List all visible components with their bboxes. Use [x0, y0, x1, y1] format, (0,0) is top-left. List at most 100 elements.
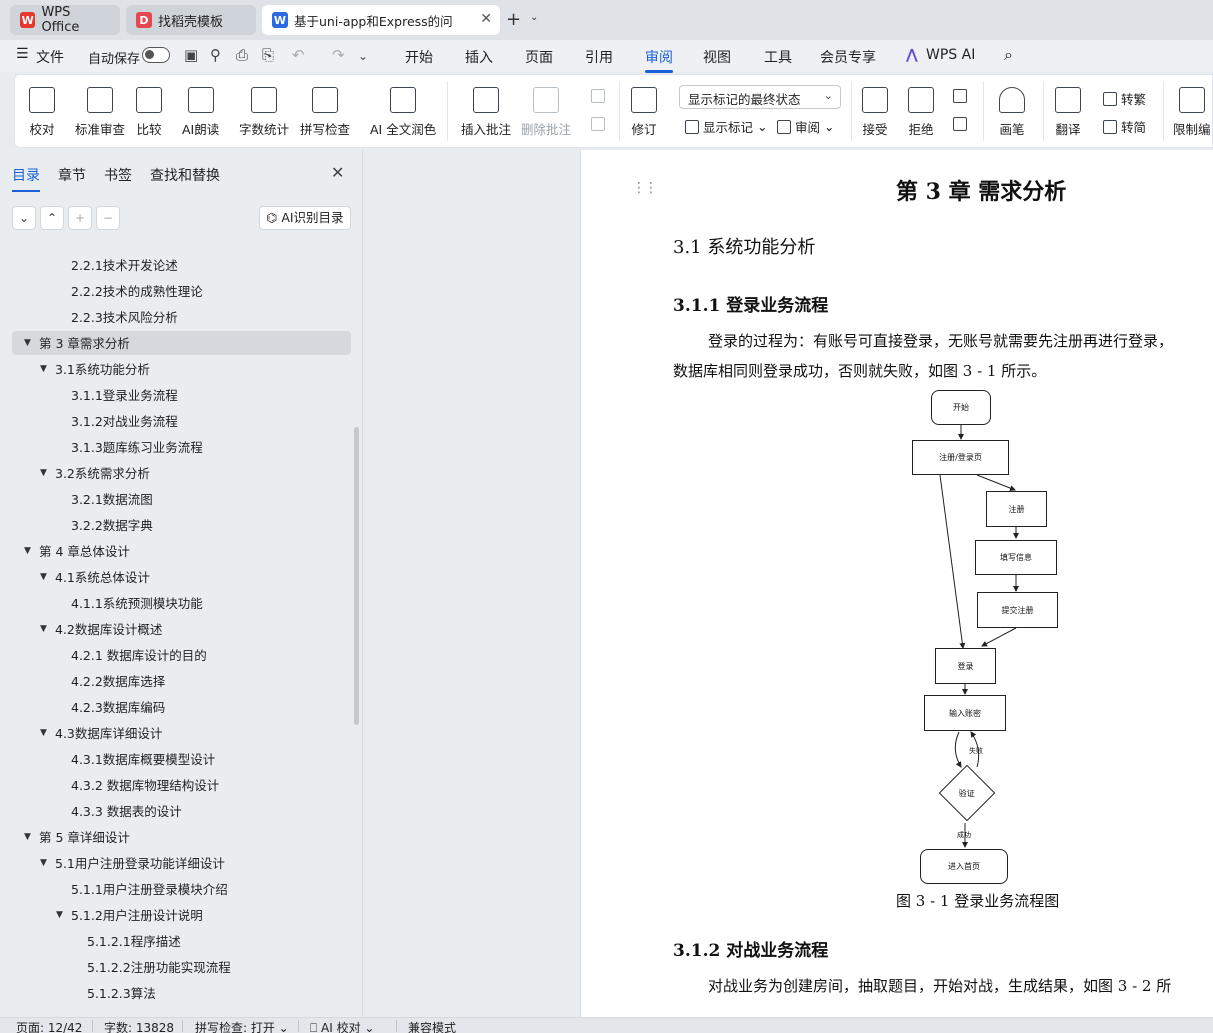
menu-insert[interactable]: 插入 — [465, 47, 493, 67]
restrict-edit-button[interactable]: 限制编 — [1173, 87, 1211, 138]
expand-arrow-icon[interactable]: ▼ — [40, 364, 47, 374]
ai-proofread-status[interactable]: ⎕ AI 校对 ⌄ — [310, 1019, 374, 1033]
print-preview-icon[interactable]: ⎘ — [262, 46, 274, 64]
chevron-down-icon[interactable]: ⌄ — [530, 12, 538, 23]
close-icon[interactable]: ✕ — [480, 11, 492, 27]
toc-item[interactable]: 4.3.2 数据库物理结构设计 — [71, 774, 219, 798]
expand-arrow-icon[interactable]: ▼ — [40, 624, 47, 634]
expand-arrow-icon[interactable]: ▼ — [40, 858, 47, 868]
translate-button[interactable]: 翻译 — [1055, 87, 1081, 138]
expand-arrow-icon[interactable]: ▼ — [40, 572, 47, 582]
menu-file[interactable]: 文件 — [36, 47, 64, 67]
scrollbar[interactable] — [354, 427, 359, 725]
pen-button[interactable]: 画笔 — [999, 87, 1025, 138]
tab-document[interactable]: W 基于uni-app和Express的问 ✕ — [262, 5, 500, 35]
toc-item[interactable]: 5.1.2用户注册设计说明 — [71, 904, 203, 928]
accept-button[interactable]: 接受 — [862, 87, 888, 138]
menu-review[interactable]: 审阅 — [645, 47, 673, 73]
insert-comment-button[interactable]: 插入批注 — [461, 87, 511, 138]
show-markup-button[interactable]: 显示标记 ⌄ — [685, 117, 767, 136]
proofread-button[interactable]: 校对 — [29, 87, 55, 138]
word-count[interactable]: 字数: 13828 — [104, 1019, 174, 1033]
toc-item[interactable]: 3.2.1数据流图 — [71, 488, 153, 512]
toc-item[interactable]: 4.2数据库设计概述 — [55, 618, 162, 642]
toc-item[interactable]: 2.2.2技术的成熟性理论 — [71, 280, 203, 304]
toc-item[interactable]: 3.1.3题库练习业务流程 — [71, 436, 203, 460]
reject-button[interactable]: 拒绝 — [908, 87, 934, 138]
autosave-toggle[interactable] — [142, 47, 170, 63]
share-icon[interactable]: ⚲ — [210, 46, 221, 64]
tab-find-replace[interactable]: 查找和替换 — [150, 165, 220, 185]
standard-review-button[interactable]: 标准审查 — [75, 87, 125, 138]
toc-item[interactable]: 5.1.1用户注册登录模块介绍 — [71, 878, 228, 902]
menu-view[interactable]: 视图 — [703, 47, 731, 67]
print-icon[interactable]: ⎙ — [236, 46, 248, 64]
toc-item[interactable]: 4.3.1数据库概要模型设计 — [71, 748, 215, 772]
spell-check-status[interactable]: 拼写检查: 打开 ⌄ — [195, 1019, 289, 1033]
toc-item[interactable]: 2.2.1技术开发论述 — [71, 254, 178, 278]
menu-home[interactable]: 开始 — [405, 47, 433, 67]
expand-arrow-icon[interactable]: ▼ — [24, 832, 31, 842]
expand-arrow-icon[interactable]: ▼ — [24, 338, 31, 348]
toc-item[interactable]: 5.1.2.2注册功能实现流程 — [87, 956, 231, 980]
menu-page[interactable]: 页面 — [525, 47, 553, 67]
toc-item[interactable]: 3.1.2对战业务流程 — [71, 410, 178, 434]
search-icon[interactable]: ⌕ — [1004, 45, 1013, 65]
collapse-up-button[interactable]: ⌃ — [40, 206, 64, 230]
tab-daoke-templates[interactable]: D 找稻壳模板 — [126, 5, 256, 35]
toc-item[interactable]: 3.2系统需求分析 — [55, 462, 150, 486]
ai-polish-button[interactable]: AI 全文润色 — [370, 87, 436, 138]
toc-item[interactable]: 4.1系统总体设计 — [55, 566, 150, 590]
remove-level-button[interactable]: − — [96, 206, 120, 230]
menu-wps-ai[interactable]: WPS AI — [926, 47, 975, 63]
toc-item[interactable]: 第 5 章详细设计 — [39, 826, 130, 850]
tab-toc[interactable]: 目录 — [12, 165, 40, 192]
tab-wps-office[interactable]: W WPS Office — [10, 5, 120, 35]
expand-down-button[interactable]: ⌄ — [12, 206, 36, 230]
menu-member[interactable]: 会员专享 — [820, 47, 876, 67]
expand-arrow-icon[interactable]: ▼ — [24, 546, 31, 556]
compare-button[interactable]: 比较 — [136, 87, 162, 138]
toc-item[interactable]: 5.1用户注册登录功能详细设计 — [55, 852, 225, 876]
revise-button[interactable]: 修订 — [631, 87, 657, 138]
toc-item[interactable]: 第 4 章总体设计 — [39, 540, 130, 564]
chevron-down-icon[interactable]: ⌄ — [358, 49, 368, 63]
markup-state-select[interactable]: 显示标记的最终状态 ⌄ — [679, 85, 841, 109]
close-icon[interactable]: ✕ — [331, 163, 344, 182]
toc-item[interactable]: 4.2.2数据库选择 — [71, 670, 165, 694]
save-icon[interactable]: ▣ — [184, 46, 198, 64]
toc-item[interactable]: 4.3.3 数据表的设计 — [71, 800, 182, 824]
toc-item[interactable]: 3.2.2数据字典 — [71, 514, 153, 538]
menu-tools[interactable]: 工具 — [764, 47, 792, 67]
new-tab-icon[interactable]: + — [506, 9, 521, 30]
drag-handle-icon[interactable]: ⋮⋮ — [632, 180, 658, 196]
previous-comment-icon[interactable] — [591, 89, 609, 103]
page-indicator[interactable]: 页面: 12/42 — [16, 1019, 82, 1033]
toc-item[interactable]: 4.2.1 数据库设计的目的 — [71, 644, 207, 668]
review-pane-button[interactable]: 审阅 ⌄ — [777, 117, 834, 136]
tab-chapters[interactable]: 章节 — [58, 165, 86, 185]
toc-item[interactable]: 3.1.1登录业务流程 — [71, 384, 178, 408]
hamburger-icon[interactable]: ☰ — [16, 46, 29, 62]
to-traditional-button[interactable]: 转繁 — [1103, 89, 1146, 108]
toc-item[interactable]: 4.3数据库详细设计 — [55, 722, 162, 746]
toc-item[interactable]: 3.1系统功能分析 — [55, 358, 150, 382]
add-level-button[interactable]: + — [68, 206, 92, 230]
redo-icon[interactable]: ↷ — [332, 46, 345, 64]
next-change-icon[interactable] — [953, 117, 971, 131]
toc-item[interactable]: 5.1.2.1程序描述 — [87, 930, 181, 954]
toc-item[interactable]: 4.1.1系统预测模块功能 — [71, 592, 203, 616]
expand-arrow-icon[interactable]: ▼ — [40, 468, 47, 478]
toc-item[interactable]: 2.2.3技术风险分析 — [71, 306, 178, 330]
delete-comment-button[interactable]: 删除批注 — [521, 87, 571, 138]
ai-read-button[interactable]: AI朗读 — [182, 87, 219, 138]
to-simplified-button[interactable]: 转简 — [1103, 117, 1146, 136]
ai-toc-button[interactable]: ⌬ AI识别目录 — [259, 206, 351, 230]
word-count-button[interactable]: 字数统计 — [239, 87, 289, 138]
previous-change-icon[interactable] — [953, 89, 971, 103]
document-page[interactable] — [580, 150, 1213, 1017]
expand-arrow-icon[interactable]: ▼ — [40, 728, 47, 738]
tab-bookmarks[interactable]: 书签 — [104, 165, 132, 185]
toc-item[interactable]: 5.1.2.3算法 — [87, 982, 156, 1006]
toc-item[interactable]: 4.2.3数据库编码 — [71, 696, 165, 720]
